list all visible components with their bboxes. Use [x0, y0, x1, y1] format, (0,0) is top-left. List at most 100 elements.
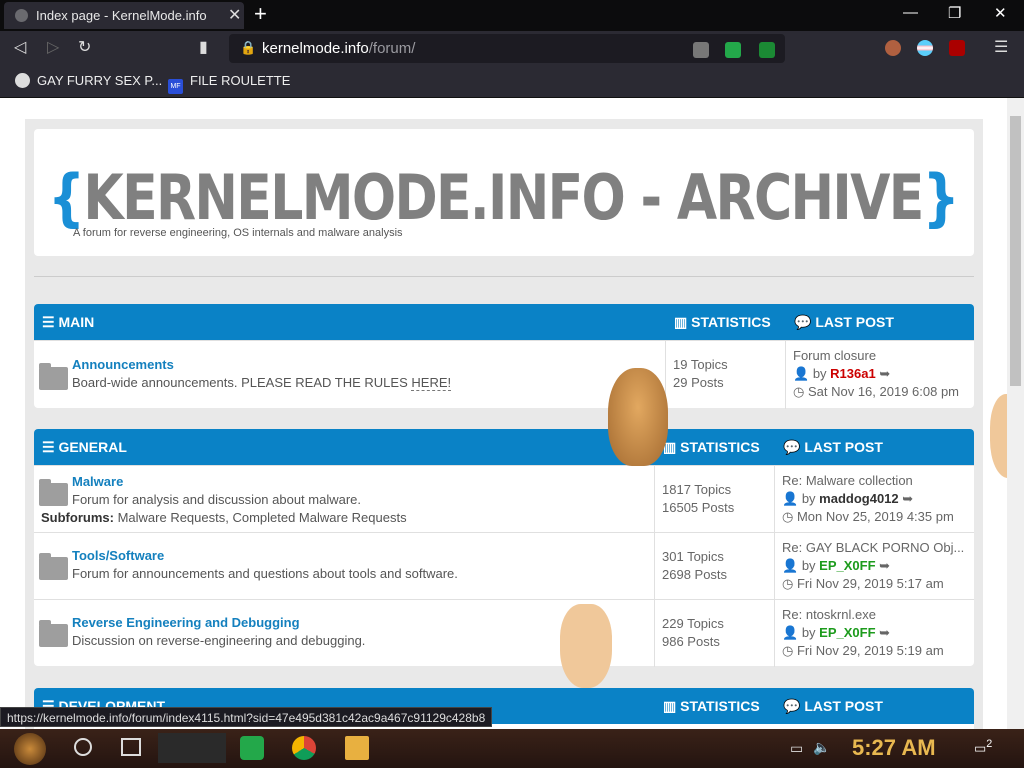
- forum-row: Announcements Board-wide announcements. …: [34, 340, 974, 409]
- new-tab-button[interactable]: +: [254, 1, 267, 27]
- forum-wrap: {KERNELMODE.INFO - ARCHIVE} A forum for …: [25, 119, 983, 729]
- minimize-button[interactable]: —: [903, 4, 918, 21]
- globe-icon: [15, 73, 30, 88]
- forum-row: Reverse Engineering and Debugging Discus…: [34, 599, 974, 667]
- search-icon[interactable]: [74, 738, 92, 756]
- chrome-icon[interactable]: [292, 736, 316, 760]
- goto-post-icon[interactable]: ➥: [879, 625, 890, 640]
- user-icon: 👤: [793, 366, 810, 381]
- forum-stats: 229 Topics 986 Posts: [662, 616, 724, 649]
- folder-icon: [39, 363, 68, 390]
- last-post: Re: ntoskrnl.exe 👤 by EP_X0FF ➥ ◷ Fri No…: [782, 606, 970, 660]
- tab-close-icon[interactable]: ✕: [228, 5, 241, 25]
- address-bar[interactable]: 🔒 kernelmode.info/forum/: [229, 34, 785, 63]
- cartoon-face-sticker: [990, 394, 1007, 478]
- shield-extension-icon[interactable]: [693, 42, 709, 58]
- forum-desc: Board-wide announcements. PLEASE READ TH…: [72, 375, 452, 391]
- forum-name[interactable]: Announcements: [72, 357, 174, 372]
- last-post-user[interactable]: EP_X0FF: [819, 625, 875, 640]
- lastpost-header: 💬 LAST POST: [783, 698, 883, 714]
- last-post-title[interactable]: Re: GAY BLACK PORNO Obj...: [782, 539, 970, 557]
- forum-name[interactable]: Malware: [72, 474, 123, 489]
- bookmarks-bar: GAY FURRY SEX P... MF FILE ROULETTE: [0, 66, 1024, 98]
- clock-icon: ◷: [782, 509, 794, 524]
- col-divider: [654, 466, 655, 533]
- lock-icon: 🔒: [240, 40, 257, 55]
- volume-icon[interactable]: 🔈: [813, 739, 830, 756]
- tab-favicon-icon: [15, 9, 28, 22]
- start-button[interactable]: [14, 733, 46, 765]
- page-content: {KERNELMODE.INFO - ARCHIVE} A forum for …: [0, 98, 1007, 729]
- adguard-extension-icon[interactable]: [759, 42, 775, 58]
- goto-post-icon[interactable]: ➥: [879, 366, 890, 381]
- category-header: ☰ GENERAL ▥ STATISTICS 💬 LAST POST: [34, 429, 974, 465]
- forum-desc: Forum for announcements and questions ab…: [72, 566, 458, 581]
- category-title[interactable]: ☰ GENERAL: [42, 439, 127, 456]
- last-post-user[interactable]: EP_X0FF: [819, 558, 875, 573]
- browser-tab[interactable]: Index page - KernelMode.info ✕: [4, 2, 244, 29]
- site-logo[interactable]: {KERNELMODE.INFO - ARCHIVE}: [48, 161, 960, 234]
- url-text[interactable]: kernelmode.info/forum/: [262, 40, 415, 57]
- taskbar-app[interactable]: [158, 733, 226, 763]
- file-explorer-icon[interactable]: [345, 736, 369, 760]
- spotify-extension-icon[interactable]: [725, 42, 741, 58]
- scrollbar-thumb[interactable]: [1010, 116, 1021, 386]
- back-icon[interactable]: ◁: [14, 37, 26, 57]
- category-header: ☰ MAIN ▥ STATISTICS 💬 LAST POST: [34, 304, 974, 340]
- spotify-icon[interactable]: [240, 736, 264, 760]
- bookmark-icon[interactable]: ▮: [199, 37, 208, 57]
- reload-icon[interactable]: ↻: [78, 37, 91, 57]
- last-post-title[interactable]: Re: Malware collection: [782, 472, 970, 490]
- forward-icon[interactable]: ▷: [47, 37, 59, 57]
- col-divider: [774, 600, 775, 667]
- maximize-button[interactable]: ❐: [948, 4, 961, 22]
- tab-title: Index page - KernelMode.info: [36, 8, 207, 23]
- forum-desc: Forum for analysis and discussion about …: [72, 492, 362, 507]
- lastpost-header: 💬 LAST POST: [794, 314, 894, 330]
- category-general: ☰ GENERAL ▥ STATISTICS 💬 LAST POST Malwa…: [34, 429, 974, 667]
- taskbar: ▭ 🔈 5:27 AM ▭2: [0, 729, 1024, 768]
- last-post-title[interactable]: Re: ntoskrnl.exe: [782, 606, 970, 624]
- menu-icon[interactable]: ☰: [994, 37, 1008, 57]
- goto-post-icon[interactable]: ➥: [879, 558, 890, 573]
- profile-extension-icon[interactable]: [885, 40, 901, 56]
- bookmark-file-roulette[interactable]: MF FILE ROULETTE: [168, 73, 290, 94]
- subforum-links[interactable]: Malware Requests, Completed Malware Requ…: [118, 510, 407, 525]
- forum-name[interactable]: Tools/Software: [72, 548, 164, 563]
- notification-icon[interactable]: ▭2: [974, 738, 992, 756]
- task-view-icon[interactable]: [121, 738, 141, 756]
- last-post-user[interactable]: maddog4012: [819, 491, 898, 506]
- statistics-header: ▥ STATISTICS: [663, 439, 760, 455]
- last-post-user[interactable]: R136a1: [830, 366, 876, 381]
- statistics-header: ▥ STATISTICS: [674, 314, 771, 330]
- user-icon: 👤: [782, 491, 799, 506]
- close-window-button[interactable]: ✕: [994, 4, 1007, 22]
- forum-row: Malware Forum for analysis and discussio…: [34, 465, 974, 533]
- clock[interactable]: 5:27 AM: [852, 735, 936, 761]
- rules-link[interactable]: HERE!: [411, 375, 452, 391]
- bookmark-gay-furry[interactable]: GAY FURRY SEX P...: [15, 73, 162, 88]
- scrollbar[interactable]: [1007, 98, 1024, 729]
- col-divider: [785, 341, 786, 409]
- flag-extension-icon[interactable]: [917, 40, 933, 56]
- subforums: Subforums: Malware Requests, Completed M…: [41, 510, 407, 525]
- forum-stats: 19 Topics 29 Posts: [673, 357, 728, 390]
- user-icon: 👤: [782, 625, 799, 640]
- last-post: Forum closure 👤 by R136a1 ➥ ◷ Sat Nov 16…: [793, 347, 971, 401]
- forum-name[interactable]: Reverse Engineering and Debugging: [72, 615, 300, 630]
- last-post: Re: GAY BLACK PORNO Obj... 👤 by EP_X0FF …: [782, 539, 970, 593]
- clock-icon: ◷: [793, 384, 805, 399]
- col-divider: [654, 600, 655, 667]
- user-icon: 👤: [782, 558, 799, 573]
- forum-stats: 301 Topics 2698 Posts: [662, 549, 728, 582]
- nav-toolbar: ◁ ▷ ↻ ▮ 🔒 kernelmode.info/forum/ ☰: [0, 31, 1024, 66]
- status-url: https://kernelmode.info/forum/index4115.…: [0, 707, 493, 727]
- goto-post-icon[interactable]: ➥: [902, 491, 913, 506]
- last-post: Re: Malware collection 👤 by maddog4012 ➥…: [782, 472, 970, 526]
- site-tagline: A forum for reverse engineering, OS inte…: [73, 227, 403, 239]
- last-post-title[interactable]: Forum closure: [793, 347, 971, 365]
- statistics-header: ▥ STATISTICS: [663, 698, 760, 714]
- ublock-extension-icon[interactable]: [949, 40, 965, 56]
- network-icon[interactable]: ▭: [790, 740, 803, 757]
- category-title[interactable]: ☰ MAIN: [42, 314, 94, 331]
